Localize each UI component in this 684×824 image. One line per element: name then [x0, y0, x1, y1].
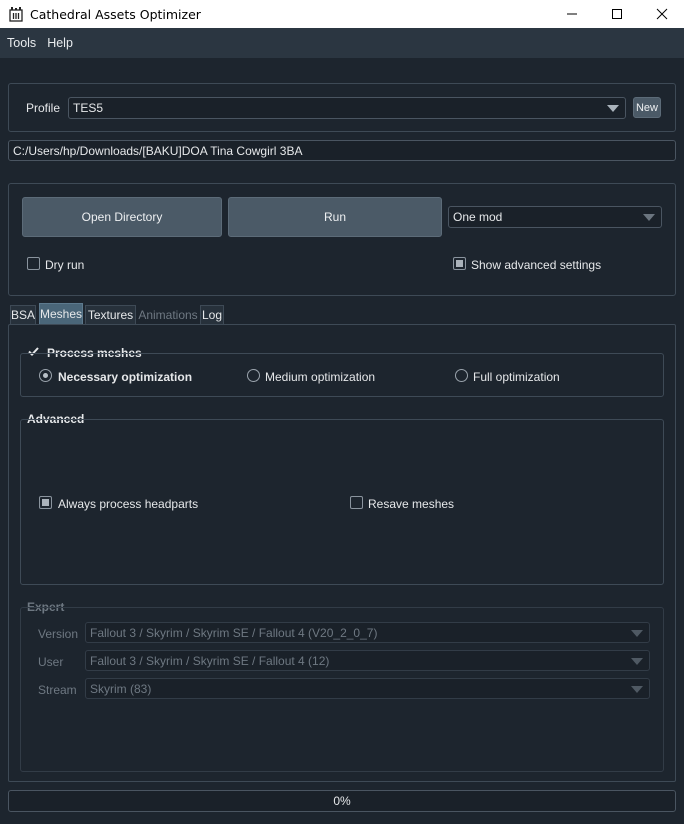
profile-select[interactable]: TES5 [68, 97, 626, 119]
minimize-icon [567, 13, 577, 15]
stream-value: Skyrim (83) [90, 681, 152, 696]
radio-full[interactable] [455, 369, 468, 382]
user-select[interactable]: Fallout 3 / Skyrim / Skyrim SE / Fallout… [85, 650, 650, 671]
close-button[interactable] [639, 0, 684, 28]
radio-medium[interactable] [247, 369, 260, 382]
progress-text: 0% [333, 794, 351, 808]
maximize-icon [612, 9, 622, 19]
tab-textures[interactable]: Textures [85, 305, 136, 324]
dry-run-label: Dry run [45, 258, 85, 272]
mode-select[interactable]: One mod [448, 206, 662, 228]
radio-full-label: Full optimization [473, 370, 560, 384]
title-bar: Cathedral Assets Optimizer [0, 0, 684, 28]
cathedral-icon [9, 7, 23, 22]
chevron-down-icon [631, 629, 643, 637]
window-title: Cathedral Assets Optimizer [30, 6, 201, 22]
show-advanced-checkbox[interactable] [453, 257, 466, 270]
show-advanced-label: Show advanced settings [471, 258, 602, 272]
radio-necessary[interactable] [39, 369, 52, 382]
path-value: C:/Users/hp/Downloads/[BAKU]DOA Tina Cow… [13, 143, 303, 158]
new-profile-label: New [635, 101, 658, 114]
minimize-button[interactable] [549, 0, 595, 28]
tab-bsa-label: BSA [11, 308, 36, 322]
tab-textures-label: Textures [87, 308, 134, 322]
open-directory-label: Open Directory [81, 210, 163, 224]
version-value: Fallout 3 / Skyrim / Skyrim SE / Fallout… [90, 625, 378, 640]
tab-animations-label: Animations [138, 307, 198, 322]
chevron-down-icon [631, 657, 643, 665]
tab-meshes-label: Meshes [39, 307, 83, 321]
stream-select[interactable]: Skyrim (83) [85, 678, 650, 699]
user-label: User [38, 655, 64, 669]
chevron-down-icon [643, 214, 655, 221]
tab-meshes[interactable]: Meshes [39, 303, 83, 324]
tab-log-label: Log [201, 308, 223, 322]
tab-bsa[interactable]: BSA [10, 305, 36, 324]
run-button[interactable]: Run [228, 197, 442, 237]
mode-value: One mod [453, 210, 503, 224]
user-value: Fallout 3 / Skyrim / Skyrim SE / Fallout… [90, 653, 330, 668]
maximize-button[interactable] [594, 0, 640, 28]
close-icon [656, 8, 668, 20]
open-directory-button[interactable]: Open Directory [22, 197, 222, 237]
resave-meshes-checkbox[interactable] [350, 496, 363, 509]
profile-value: TES5 [73, 101, 104, 115]
radio-necessary-label: Necessary optimization [58, 370, 193, 384]
stream-label: Stream [38, 683, 77, 697]
dry-run-checkbox[interactable] [27, 257, 40, 270]
run-label: Run [323, 210, 346, 224]
menu-help[interactable]: Help [43, 36, 77, 50]
version-select[interactable]: Fallout 3 / Skyrim / Skyrim SE / Fallout… [85, 622, 650, 643]
menu-bar: Tools Help [0, 28, 684, 58]
resave-meshes-label: Resave meshes [368, 497, 455, 511]
version-label: Version [38, 627, 79, 641]
tab-log[interactable]: Log [200, 305, 224, 324]
menu-tools[interactable]: Tools [3, 36, 40, 50]
tab-animations[interactable]: Animations [138, 305, 198, 324]
chevron-down-icon [607, 105, 619, 112]
progress-bar: 0% [8, 790, 676, 812]
always-headparts-label: Always process headparts [58, 497, 199, 511]
chevron-down-icon [631, 685, 643, 693]
radio-medium-label: Medium optimization [265, 370, 376, 384]
new-profile-button[interactable]: New [633, 97, 661, 118]
profile-label: Profile [26, 101, 61, 115]
always-headparts-checkbox[interactable] [39, 496, 52, 509]
path-input[interactable]: C:/Users/hp/Downloads/[BAKU]DOA Tina Cow… [8, 140, 676, 161]
